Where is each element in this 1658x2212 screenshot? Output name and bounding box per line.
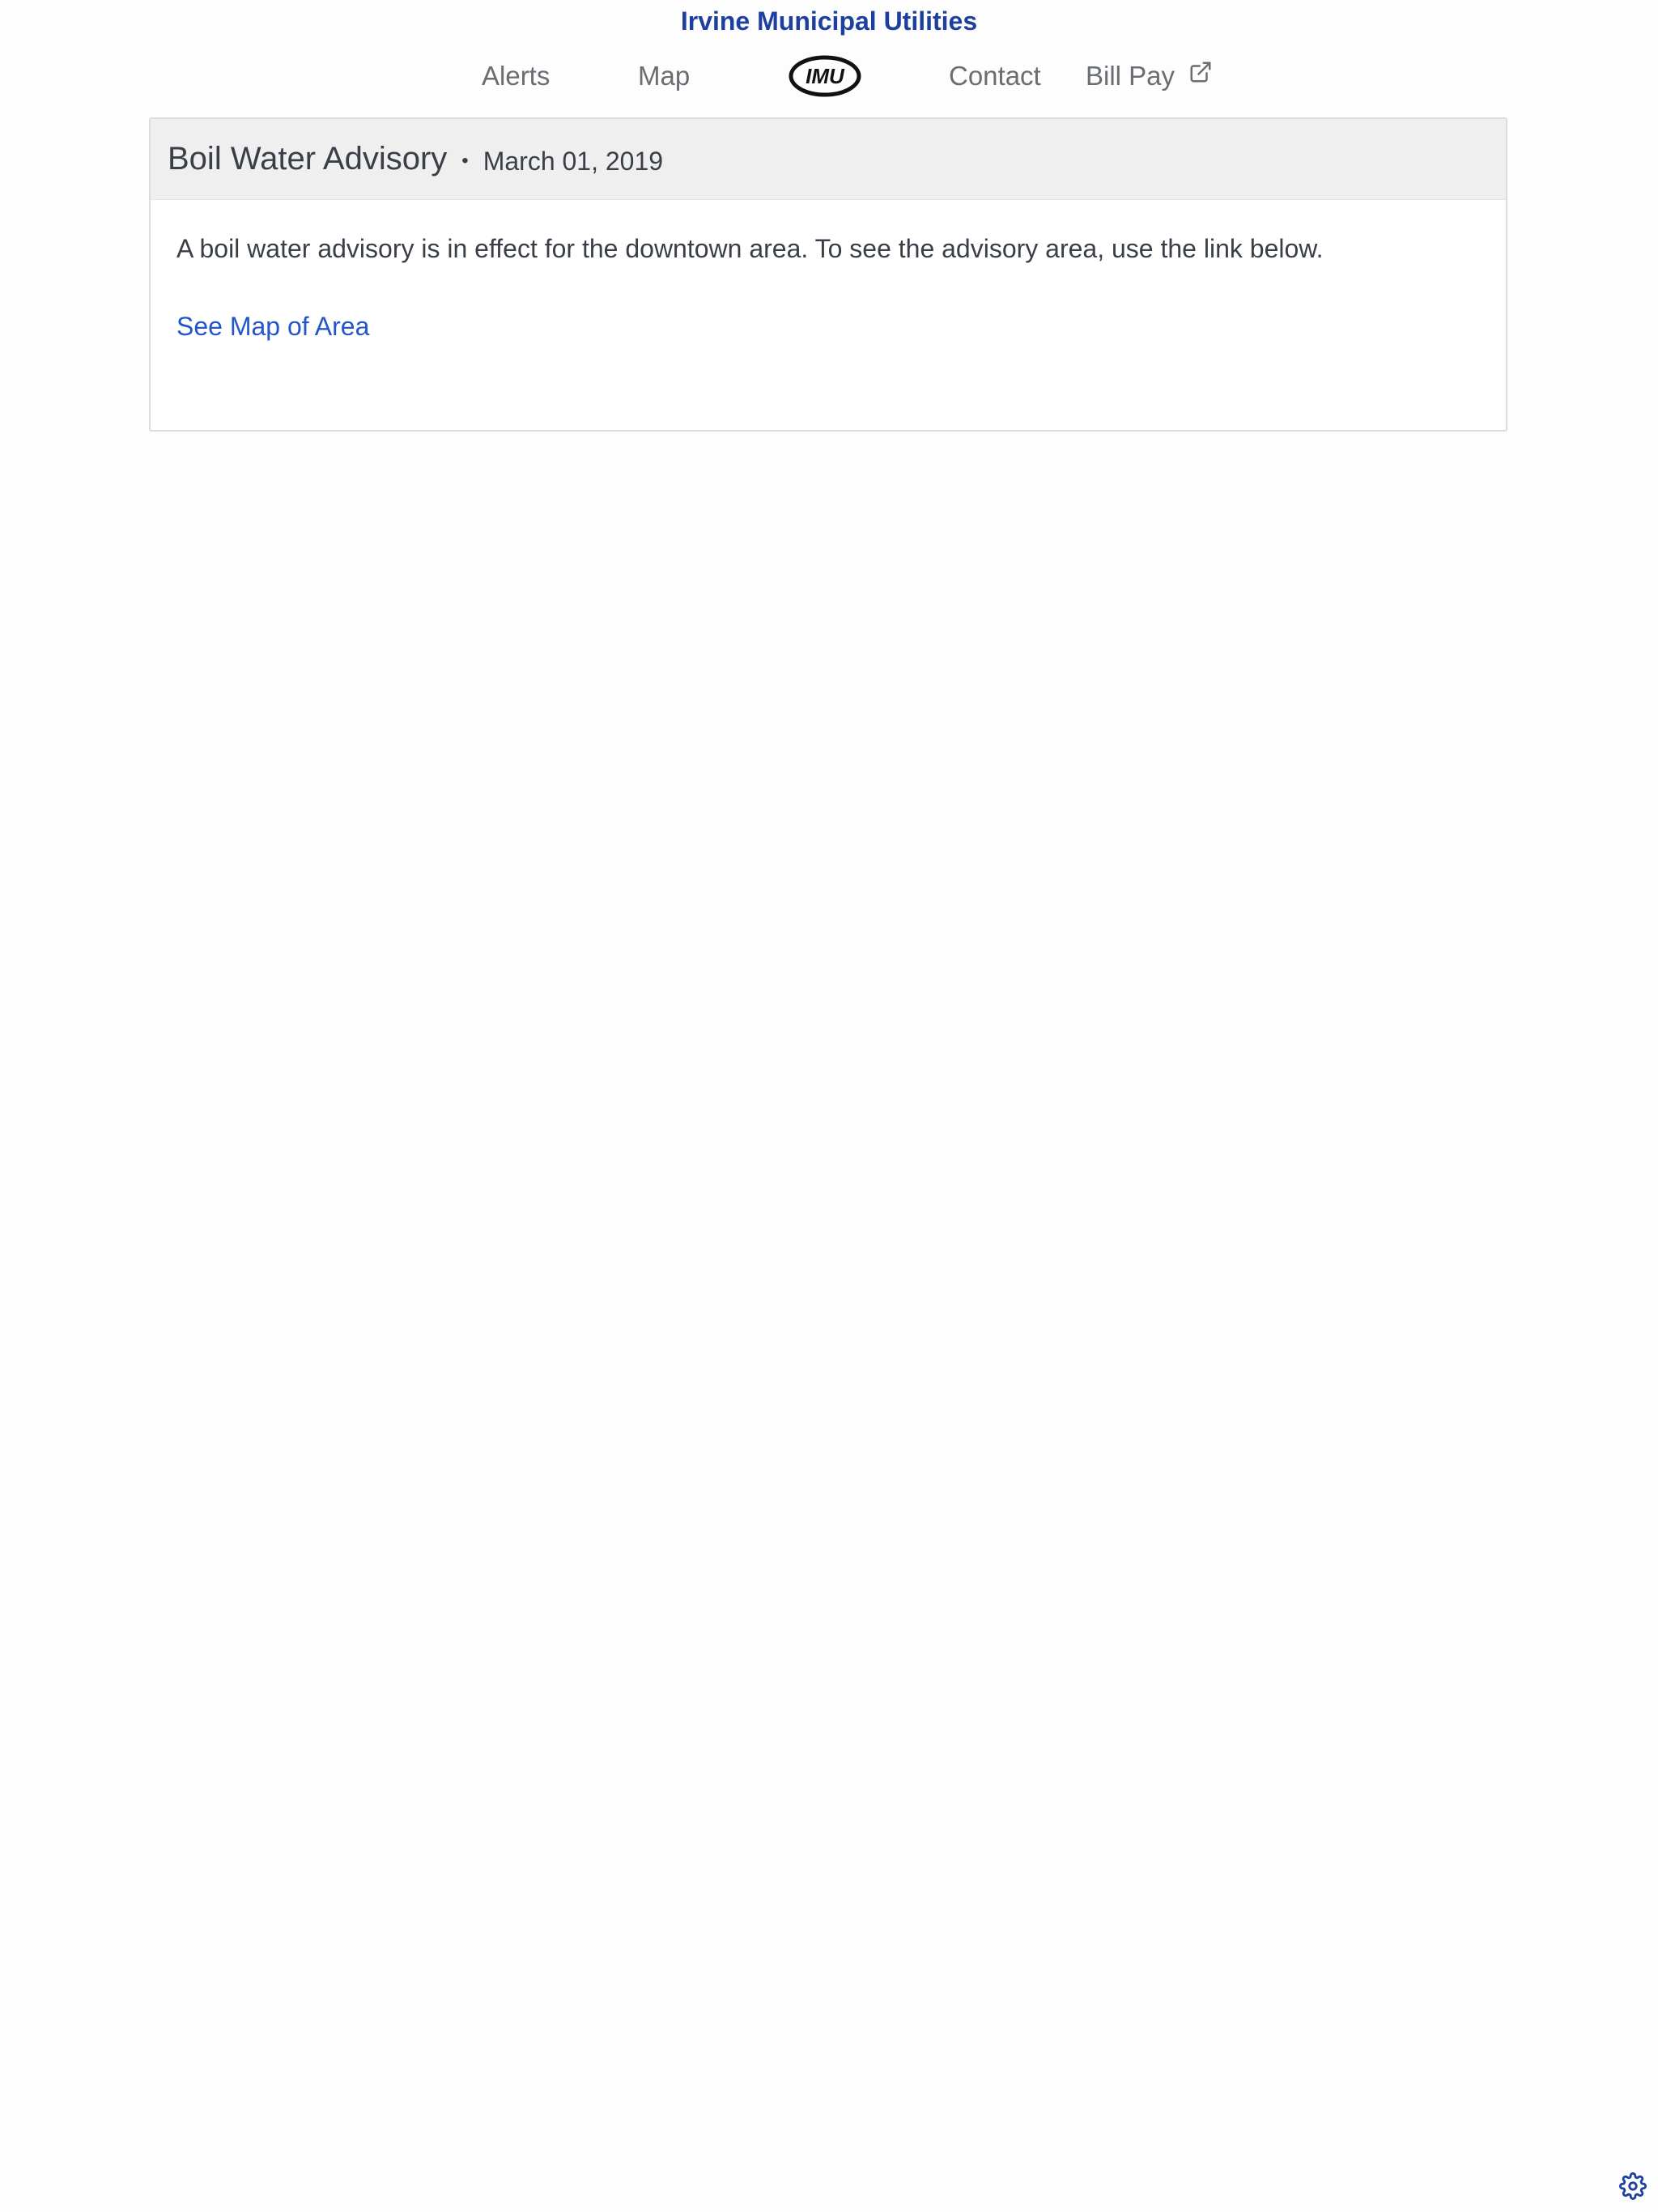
nav-contact-link[interactable]: Contact xyxy=(949,52,1041,100)
imu-logo[interactable]: IMU xyxy=(789,55,861,97)
main-nav: Alerts Map IMU Contact Bill Pay xyxy=(0,52,1658,100)
gear-icon[interactable] xyxy=(1619,2172,1647,2200)
alert-card-header: Boil Water Advisory • March 01, 2019 xyxy=(151,119,1506,200)
alert-card: Boil Water Advisory • March 01, 2019 A b… xyxy=(149,117,1507,432)
nav-map-link[interactable]: Map xyxy=(638,52,690,100)
alert-title: Boil Water Advisory xyxy=(168,141,448,177)
title-date-separator: • xyxy=(461,149,469,172)
alert-date: March 01, 2019 xyxy=(483,147,664,176)
see-map-link[interactable]: See Map of Area xyxy=(176,310,369,342)
logo-text: IMU xyxy=(806,64,845,88)
bill-pay-label: Bill Pay xyxy=(1086,61,1175,91)
alert-card-body: A boil water advisory is in effect for t… xyxy=(151,200,1506,342)
nav-bill-pay-link[interactable]: Bill Pay xyxy=(1086,52,1213,100)
external-link-icon xyxy=(1190,62,1211,83)
site-title: Irvine Municipal Utilities xyxy=(680,6,978,36)
nav-alerts-link[interactable]: Alerts xyxy=(482,52,550,100)
alert-description: A boil water advisory is in effect for t… xyxy=(176,234,1324,263)
